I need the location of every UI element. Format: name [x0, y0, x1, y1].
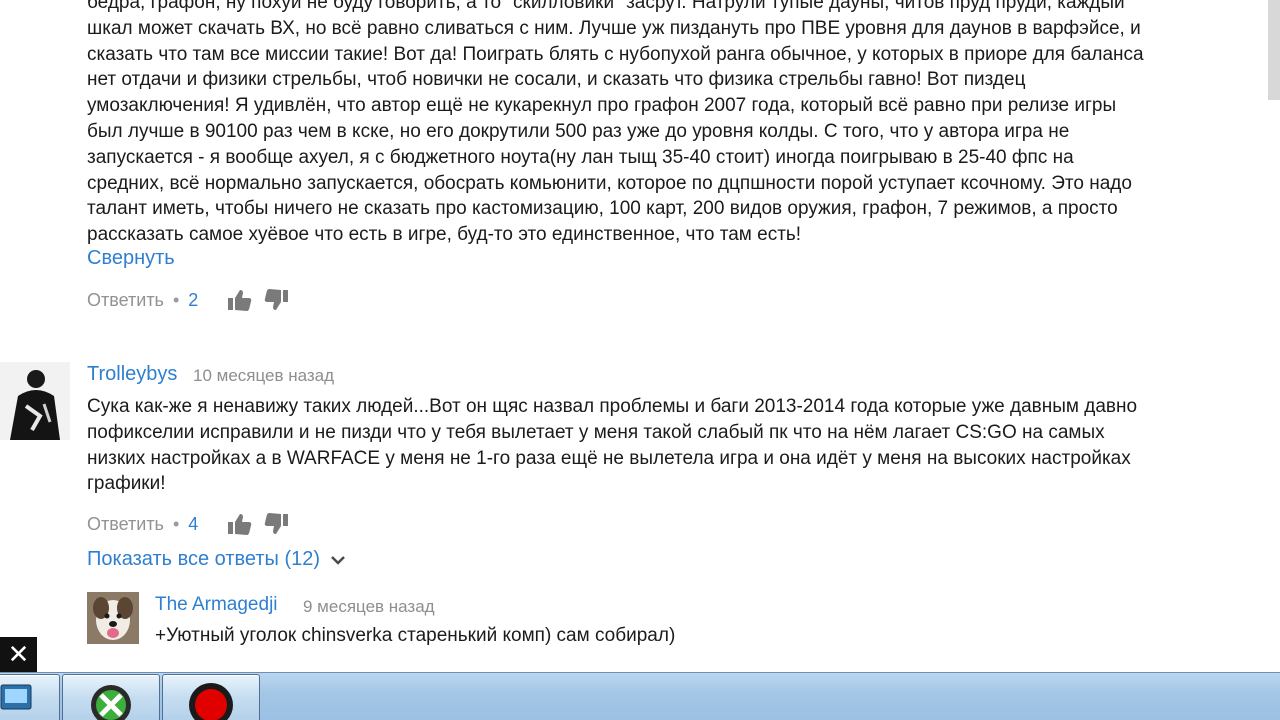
comment-text: бедра, графон, ну похуй не буду говорить… [87, 0, 1144, 246]
show-replies-label: Показать все ответы (12) [87, 548, 321, 570]
reply-timestamp[interactable]: 9 месяцев назад [303, 597, 435, 617]
thumbs-down-icon[interactable] [264, 288, 290, 312]
avatar[interactable] [0, 362, 70, 440]
page: бедра, графон, ну похуй не буду говорить… [0, 0, 1280, 720]
app-icon [91, 685, 131, 720]
like-count: 2 [188, 289, 199, 310]
reply-button[interactable]: Ответить [87, 514, 164, 535]
close-icon[interactable]: ✕ [0, 637, 37, 672]
reply-text: +Уютный уголок chinsverka старенький ком… [155, 625, 676, 646]
like-count: 4 [188, 513, 199, 534]
comment-actions: Ответить • 2 [87, 288, 290, 312]
thumbs-up-icon[interactable] [226, 288, 252, 312]
reply-author[interactable]: The Armagedji [155, 594, 278, 616]
thumbs-down-icon[interactable] [264, 512, 290, 536]
thumbs-up-icon[interactable] [226, 512, 252, 536]
taskbar-app-button[interactable] [162, 674, 260, 720]
reply-button[interactable]: Ответить [87, 290, 164, 311]
monitor-icon [0, 684, 32, 710]
separator-dot: • [172, 289, 180, 310]
separator-dot: • [172, 513, 180, 534]
collapse-link[interactable]: Свернуть [87, 247, 175, 270]
taskbar-app-button[interactable] [0, 674, 60, 720]
chevron-down-icon [331, 555, 345, 565]
comment-author[interactable]: Trolleybys [87, 363, 177, 386]
comment-actions: Ответить • 4 [87, 512, 290, 536]
record-icon [189, 683, 233, 720]
scrollbar-thumb[interactable] [1268, 0, 1280, 100]
comment-text: Сука как-же я ненавижу таких людей...Вот… [87, 396, 1138, 495]
taskbar-app-button[interactable] [62, 674, 160, 720]
comment-timestamp[interactable]: 10 месяцев назад [193, 366, 334, 386]
show-all-replies-link[interactable]: Показать все ответы (12) [87, 548, 346, 571]
reply-avatar[interactable] [87, 592, 139, 644]
